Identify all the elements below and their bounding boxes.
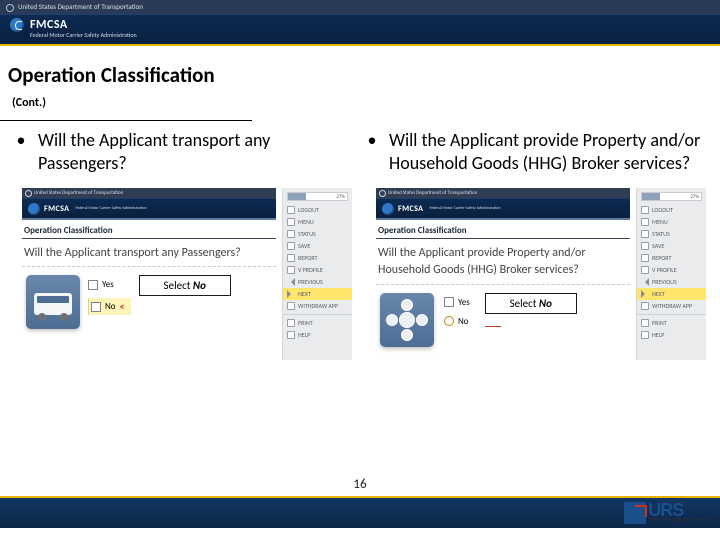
bullet-right: • Will the Applicant provide Property an…	[365, 129, 706, 174]
bullet-columns: • Will the Applicant transport any Passe…	[0, 121, 720, 174]
screenshot-right: United States Department of Transportati…	[368, 188, 706, 360]
mini-topbar: United States Department of Transportati…	[376, 188, 630, 198]
urs-logo: URS Unified Registration System	[624, 502, 710, 524]
menu-report[interactable]: REPORT	[283, 252, 352, 264]
option-no[interactable]: No	[444, 316, 475, 327]
menu-withdraw[interactable]: WITHDRAW APP	[283, 300, 352, 312]
menu-status[interactable]: STATUS	[637, 228, 706, 240]
progress-bar: 27%	[641, 192, 702, 201]
screenshot-left: United States Department of Transportati…	[14, 188, 352, 360]
mini-brandbar: FMCSA Federal Motor Carrier Safety Admin…	[22, 198, 276, 220]
mini-logo-icon	[382, 203, 394, 215]
footer-bar	[0, 496, 720, 528]
fmcsa-logo-icon	[10, 18, 24, 32]
select-no-callout: Select No	[485, 293, 577, 314]
broker-network-icon	[380, 293, 434, 347]
mini-section-title: Operation Classification	[376, 220, 630, 239]
mini-question-left: Will the Applicant transport any Passeng…	[22, 239, 276, 267]
menu-print[interactable]: PRINT	[283, 317, 352, 329]
menu-profile[interactable]: V PROFILE	[283, 264, 352, 276]
option-no-highlight[interactable]: No <	[88, 298, 131, 315]
menu-save[interactable]: SAVE	[283, 240, 352, 252]
menu-withdraw[interactable]: WITHDRAW APP	[637, 300, 706, 312]
slide-title: Operation Classification (Cont.)	[0, 58, 252, 121]
menu-logout[interactable]: LOGOUT	[637, 204, 706, 216]
option-yes[interactable]: Yes	[444, 297, 475, 308]
title-cont: (Cont.)	[12, 96, 46, 110]
bullet-left: • Will the Applicant transport any Passe…	[14, 129, 355, 174]
caret-icon: <	[120, 300, 125, 313]
urs-mark-icon	[624, 502, 646, 524]
menu-previous[interactable]: PREVIOUS	[283, 276, 352, 288]
menu-profile[interactable]: V PROFILE	[637, 264, 706, 276]
menu-report[interactable]: REPORT	[637, 252, 706, 264]
menu-next[interactable]: NEXT	[637, 288, 706, 300]
menu-next[interactable]: NEXT	[283, 288, 352, 300]
menu-menu[interactable]: MENU	[637, 216, 706, 228]
page-number: 16	[353, 477, 366, 492]
menu-print[interactable]: PRINT	[637, 317, 706, 329]
page-topbar: United States Department of Transportati…	[0, 0, 720, 14]
mini-sidebar: 27% LOGOUT MENU STATUS SAVE REPORT V PRO…	[282, 188, 352, 360]
menu-help[interactable]: HELP	[283, 329, 352, 341]
menu-logout[interactable]: LOGOUT	[283, 204, 352, 216]
menu-save[interactable]: SAVE	[637, 240, 706, 252]
mini-sidebar: 27% LOGOUT MENU STATUS SAVE REPORT V PRO…	[636, 188, 706, 360]
menu-previous[interactable]: PREVIOUS	[637, 276, 706, 288]
menu-help[interactable]: HELP	[637, 329, 706, 341]
bus-icon	[26, 275, 80, 329]
brand-name: FMCSA	[30, 18, 68, 32]
mini-question-right: Will the Applicant provide Property and/…	[376, 239, 630, 285]
mini-topbar: United States Department of Transportati…	[22, 188, 276, 198]
title-main: Operation Classification	[8, 62, 215, 88]
option-yes[interactable]: Yes	[88, 279, 131, 290]
brand-subtitle: Federal Motor Carrier Safety Administrat…	[30, 31, 720, 39]
menu-status[interactable]: STATUS	[283, 228, 352, 240]
progress-bar: 27%	[287, 192, 348, 201]
brand-bar: FMCSA Federal Motor Carrier Safety Admin…	[0, 14, 720, 46]
screenshot-row: United States Department of Transportati…	[0, 174, 720, 360]
mini-brandbar: FMCSA Federal Motor Carrier Safety Admin…	[376, 198, 630, 220]
mini-logo-icon	[28, 203, 40, 215]
mini-section-title: Operation Classification	[22, 220, 276, 239]
select-no-callout: Select No	[139, 275, 231, 296]
menu-menu[interactable]: MENU	[283, 216, 352, 228]
